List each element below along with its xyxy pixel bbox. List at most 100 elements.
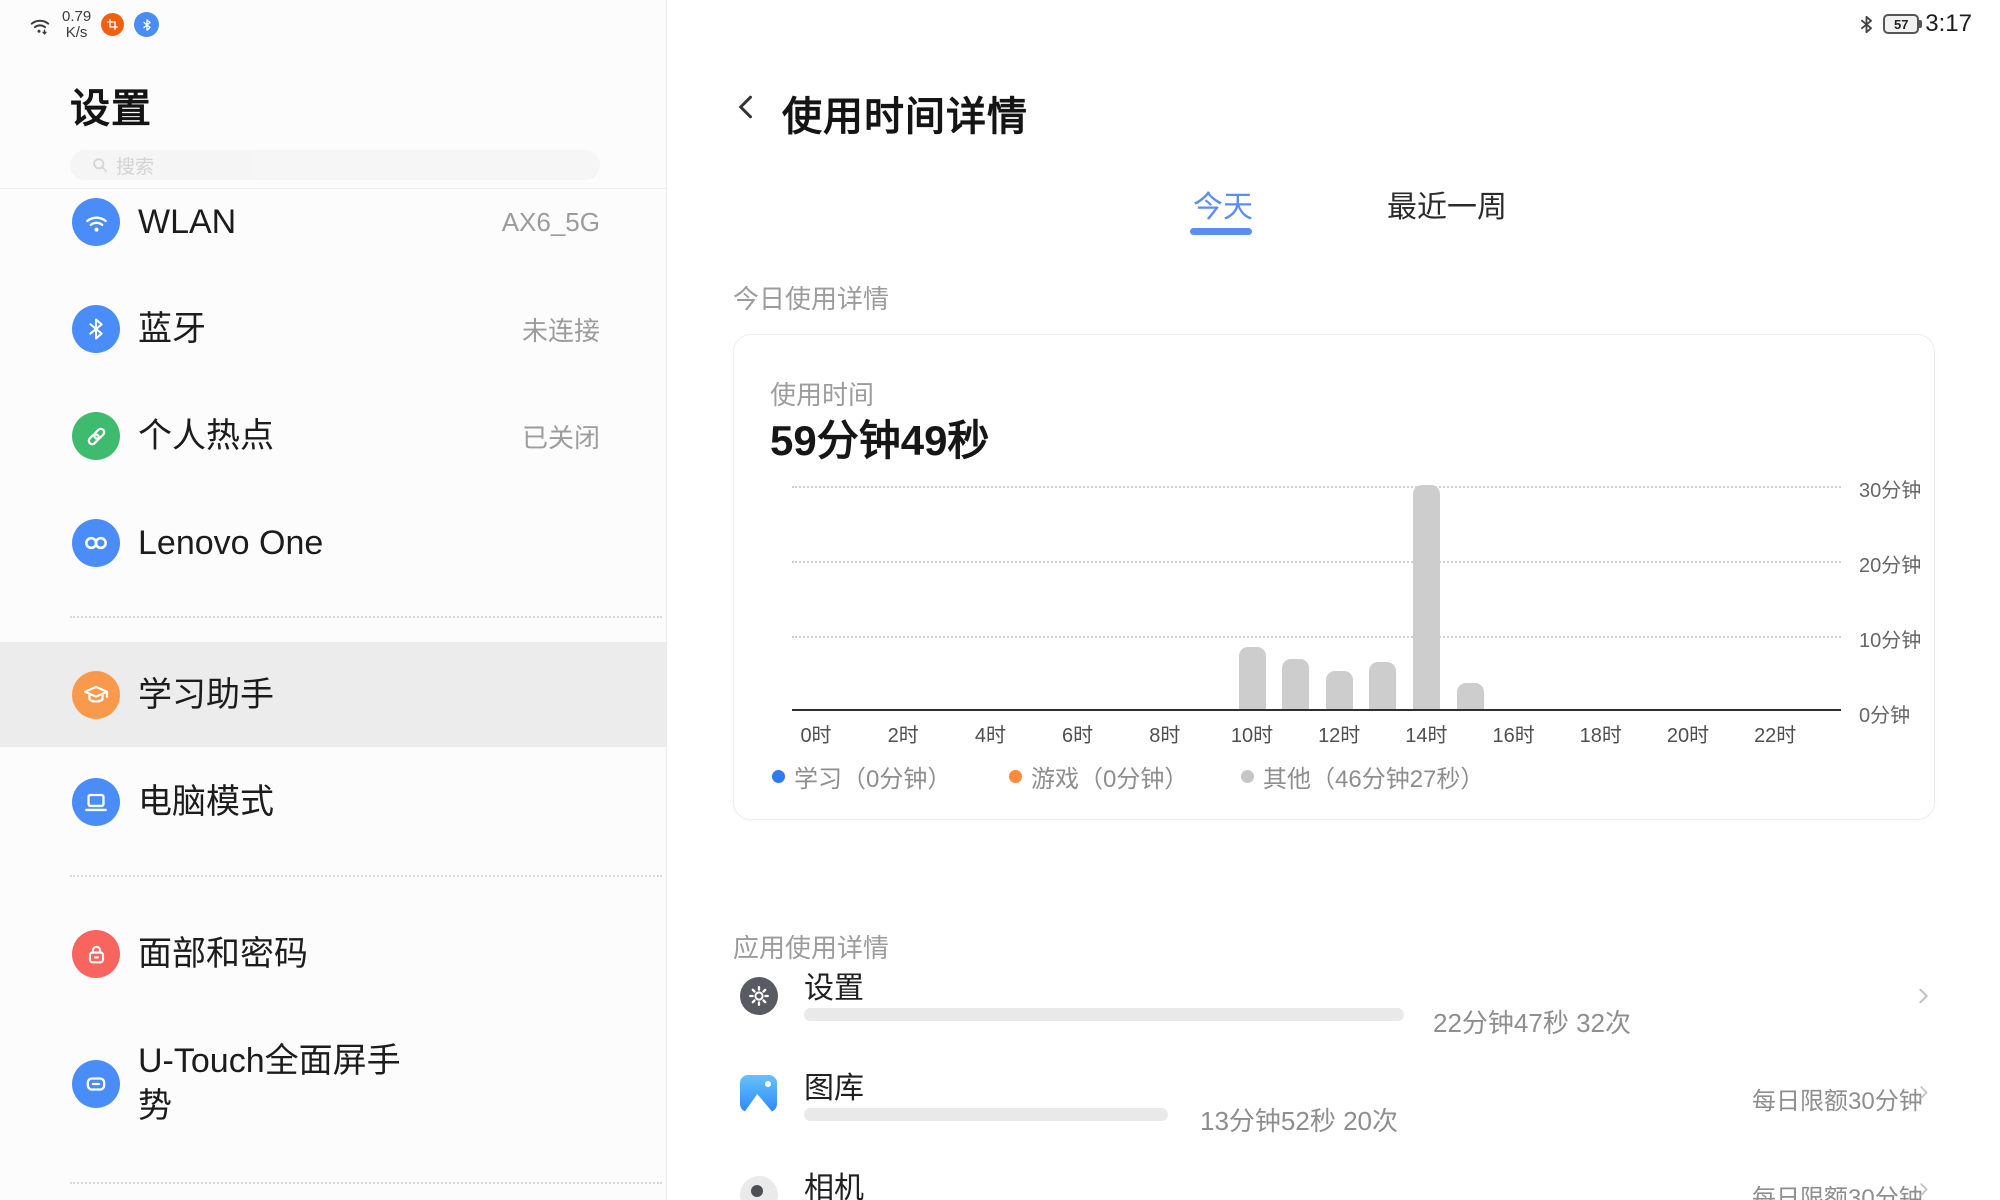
usage-time-card: 使用时间 59分钟49秒 0分钟10分钟20分钟30分钟0时2时4时6时8时10… [733,334,1935,820]
today-section-label: 今日使用详情 [733,279,889,316]
usage-bar [1413,485,1440,709]
x-axis-label: 10时 [1231,719,1273,748]
sidebar-item-label: WLAN [138,200,236,245]
screen: 设置 搜索 WLAN AX6_5G 蓝牙 未连接 [0,0,2000,1200]
legend-dot-icon [1241,770,1254,783]
app-daily-limit: 每日限额30分钟 [1752,1081,1923,1116]
x-axis-label: 4时 [975,719,1006,748]
x-axis-label: 2时 [888,719,919,748]
legend-label: 游戏（0分钟） [1031,759,1188,794]
usage-bar [1326,671,1353,709]
network-speed: 0.79 K/s [62,9,91,41]
sidebar-item-utouch[interactable]: U-Touch全面屏手势 [0,1036,667,1132]
lock-icon [72,930,120,978]
usage-bar [1369,662,1396,709]
x-axis-label: 12时 [1318,719,1360,748]
hotspot-link-icon [72,412,120,460]
app-usage-bar [804,1008,1404,1021]
legend-dot-icon [772,770,785,783]
y-gridline [792,486,1841,488]
legend-dot-icon [1009,770,1022,783]
x-axis-label: 0时 [800,719,831,748]
gear-icon [740,977,778,1015]
legend-item: 其他（46分钟27秒） [1241,759,1484,794]
x-axis-label: 14时 [1405,719,1447,748]
legend-item: 游戏（0分钟） [1009,759,1188,794]
y-axis-label: 20分钟 [1859,549,1921,578]
laptop-icon [72,778,120,826]
sidebar-item-wlan[interactable]: WLAN AX6_5G [0,174,667,270]
camera-icon [740,1176,778,1200]
battery-level: 57 [1894,17,1908,32]
usage-bar-chart: 0分钟10分钟20分钟30分钟0时2时4时6时8时10时12时14时16时18时… [792,475,1841,711]
statusbar-left: 0.79 K/s [28,9,159,41]
sidebar-item-study-assistant[interactable]: 学习助手 [0,647,667,743]
group-divider [70,1182,662,1184]
sidebar-item-label: 电脑模式 [138,780,274,825]
x-axis-label: 8时 [1149,719,1180,748]
infinity-icon [72,519,120,567]
x-axis-label: 20时 [1667,719,1709,748]
x-axis-label: 18时 [1580,719,1622,748]
app-usage-text: 13分钟52秒 20次 [1200,1101,1398,1138]
chevron-right-icon [1914,1083,1933,1102]
active-tab-indicator [1190,228,1252,235]
sidebar-item-label: 学习助手 [138,673,274,718]
y-axis-label: 10分钟 [1859,624,1921,653]
bluetooth-icon [1856,14,1877,35]
app-usage-bar [804,1108,1168,1121]
clock: 3:17 [1925,10,1972,38]
x-axis-label: 6时 [1062,719,1093,748]
chevron-right-icon [1912,985,1934,1007]
gallery-icon [740,1075,777,1112]
legend-label: 学习（0分钟） [794,759,951,794]
sidebar-item-value: 已关闭 [522,418,600,455]
sidebar-item-pc-mode[interactable]: 电脑模式 [0,754,667,850]
sidebar-item-label: U-Touch全面屏手势 [138,1039,403,1129]
x-axis-label: 16时 [1492,719,1534,748]
sidebar-item-value: AX6_5G [502,207,600,238]
usage-time-total: 59分钟49秒 [770,407,989,468]
back-button[interactable] [732,92,762,122]
tab-last-week[interactable]: 最近一周 [1387,182,1507,226]
sidebar-item-face-password[interactable]: 面部和密码 [0,906,667,1002]
sidebar-item-label: 个人热点 [138,414,274,459]
battery-icon: 57 [1883,14,1919,34]
search-icon [92,157,108,173]
settings-sidebar: 设置 搜索 WLAN AX6_5G 蓝牙 未连接 [0,0,667,1200]
usage-bar [1239,647,1266,709]
wifi-icon [72,198,120,246]
sidebar-item-label: 蓝牙 [138,307,206,352]
sidebar-item-bluetooth[interactable]: 蓝牙 未连接 [0,281,667,377]
graduation-cap-icon [72,671,120,719]
sidebar-item-lenovo-one[interactable]: Lenovo One [0,495,667,591]
legend-label: 其他（46分钟27秒） [1263,759,1484,794]
gesture-icon [72,1060,120,1108]
legend-item: 学习（0分钟） [772,759,951,794]
y-gridline [792,636,1841,638]
statusbar-right: 57 3:17 [1856,10,1972,38]
app-name: 图库 [804,1063,864,1107]
sidebar-item-label: Lenovo One [138,521,323,566]
y-gridline [792,561,1841,563]
screenshot-icon [101,13,124,36]
sidebar-item-value: 未连接 [522,311,600,348]
group-divider [70,875,662,877]
wifi-status-icon [28,13,52,37]
app-name: 设置 [804,963,864,1007]
page-title: 使用时间详情 [782,84,1028,142]
back-chevron-icon [732,92,762,122]
app-usage-text: 22分钟47秒 32次 [1433,1003,1631,1040]
y-axis-label: 0分钟 [1859,699,1910,728]
chevron-right-icon [1914,1180,1933,1199]
x-axis-label: 22时 [1754,719,1796,748]
apps-section-label: 应用使用详情 [733,928,889,965]
bluetooth-status-icon [134,12,159,37]
tab-today[interactable]: 今天 [1193,182,1253,226]
x-axis-line [792,709,1841,711]
sidebar-item-hotspot[interactable]: 个人热点 已关闭 [0,388,667,484]
y-axis-label: 30分钟 [1859,474,1921,503]
usage-bar [1282,659,1309,709]
sidebar-title: 设置 [70,76,152,134]
sidebar-item-label: 面部和密码 [138,932,308,977]
